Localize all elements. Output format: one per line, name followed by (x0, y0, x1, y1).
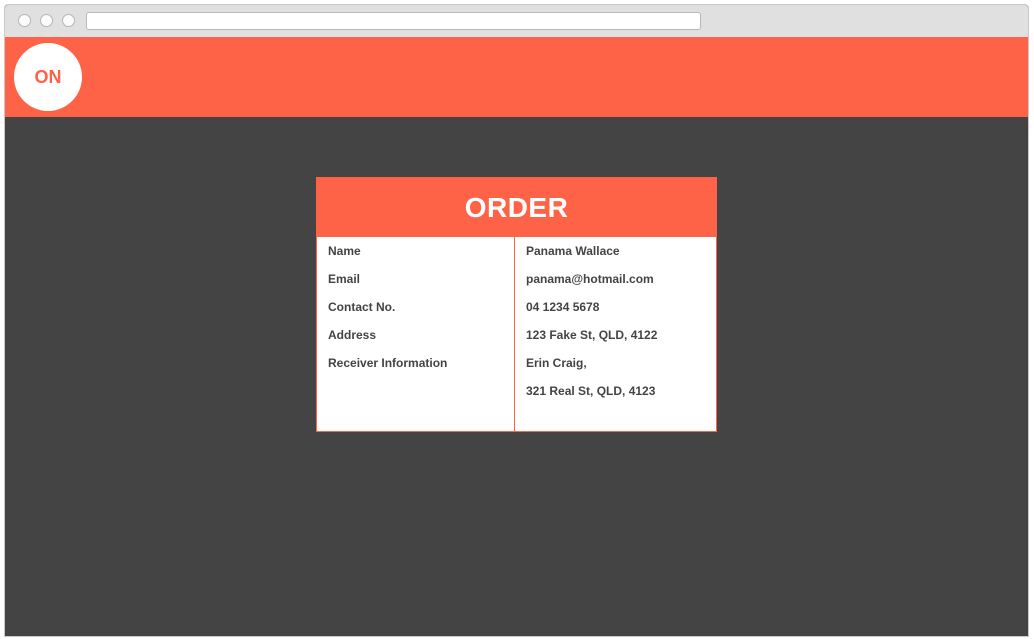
labels-column: Name Email Contact No. Address Receiver … (328, 243, 447, 383)
label-email: Email (328, 272, 361, 286)
window-minimize-button[interactable] (40, 14, 53, 27)
window-close-button[interactable] (18, 14, 31, 27)
label-contact: Contact No. (328, 300, 396, 314)
value-address: 123 Fake St, QLD, 4122 (526, 328, 658, 342)
address-bar[interactable] (86, 12, 701, 30)
column-divider (514, 237, 515, 431)
label-receiver: Receiver Information (328, 356, 448, 370)
values-column: Panama Wallace panama@hotmail.com 04 123… (526, 243, 657, 411)
order-details: Name Email Contact No. Address Receiver … (317, 237, 716, 431)
window-maximize-button[interactable] (62, 14, 75, 27)
browser-chrome (5, 5, 1028, 38)
label-name: Name (328, 244, 361, 258)
browser-window: ON ORDER Name Email Contact No. Address … (4, 4, 1029, 637)
value-email: panama@hotmail.com (526, 272, 654, 286)
value-receiver-name: Erin Craig, (526, 356, 587, 370)
value-receiver-address: 321 Real St, QLD, 4123 (526, 384, 656, 398)
order-title: ORDER (317, 178, 716, 237)
label-address: Address (328, 328, 377, 342)
site-header: ON (5, 37, 1028, 117)
value-contact: 04 1234 5678 (526, 300, 600, 314)
value-name: Panama Wallace (526, 244, 620, 258)
order-card: ORDER Name Email Contact No. Address Rec… (316, 177, 717, 432)
site-logo[interactable]: ON (14, 43, 82, 111)
